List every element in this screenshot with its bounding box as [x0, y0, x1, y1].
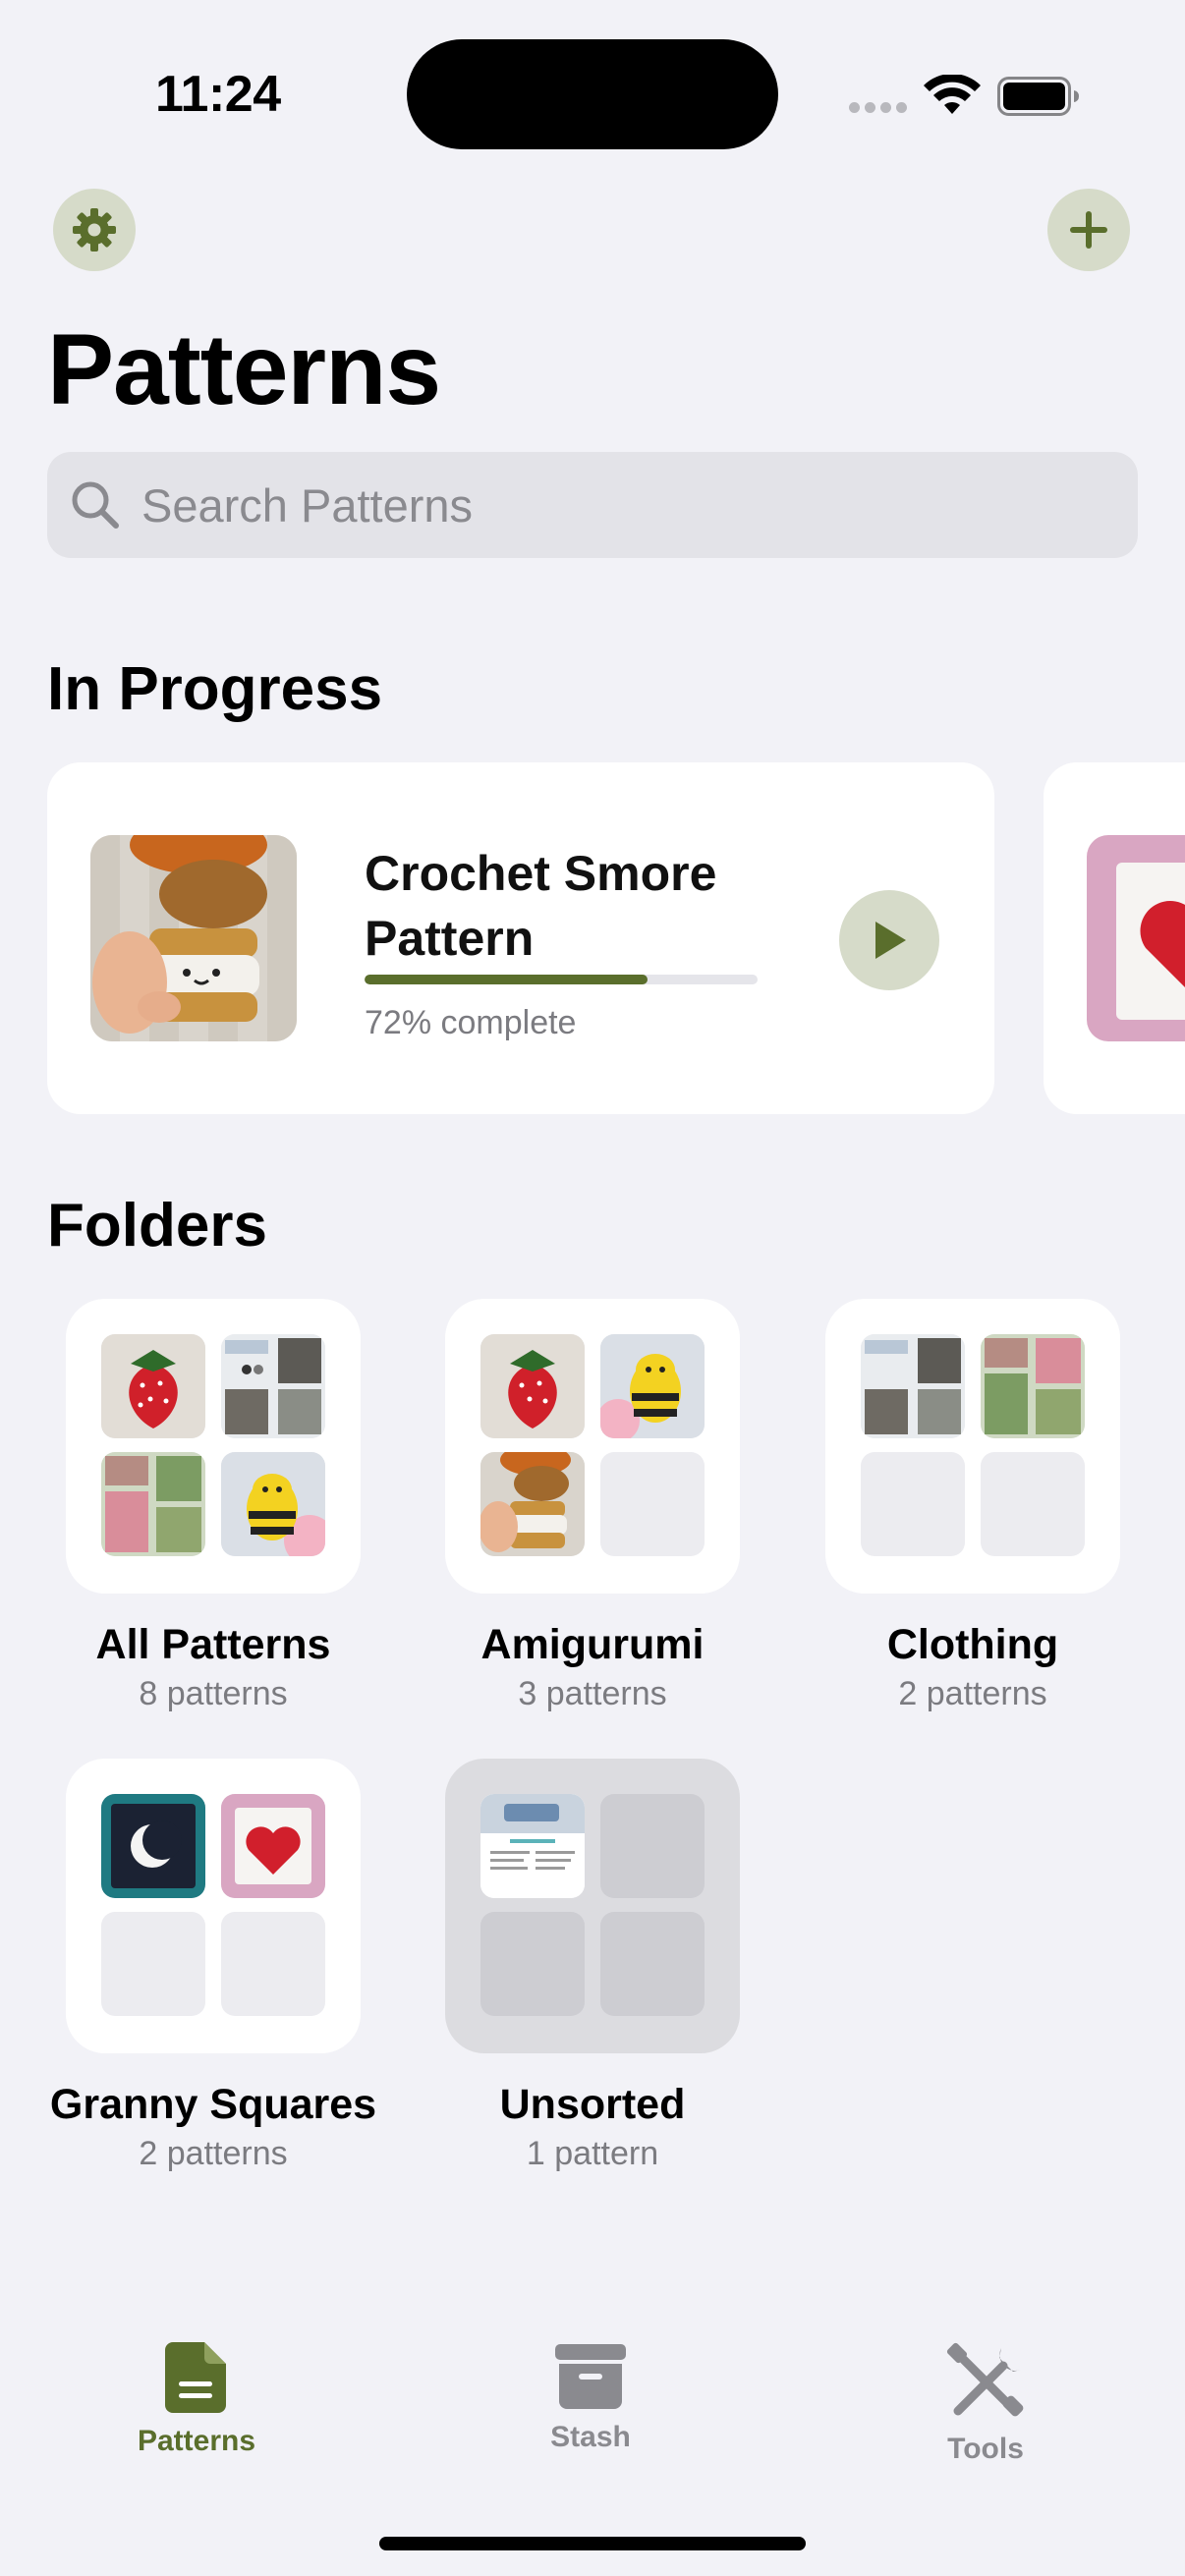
add-pattern-button[interactable] [1047, 189, 1130, 271]
folder-name: Granny Squares [49, 2081, 377, 2128]
tab-stash[interactable]: Stash [473, 2342, 708, 2454]
sweater-pattern-thumbnail [221, 1334, 325, 1438]
smore-pattern-thumbnail [90, 835, 297, 1041]
pattern-title: Crochet Smore Pattern [365, 846, 717, 966]
bee-thumbnail [600, 1334, 705, 1438]
folder-count: 2 patterns [139, 2135, 288, 2172]
in-progress-card-next[interactable] [1044, 762, 1185, 1114]
folder-tile [445, 1299, 740, 1594]
empty-slot [861, 1452, 965, 1556]
settings-button[interactable] [53, 189, 136, 271]
heart-square-thumbnail [1087, 835, 1185, 1041]
tab-tools[interactable]: Tools [868, 2342, 1103, 2466]
tools-icon [946, 2342, 1024, 2417]
folder-name: Clothing [886, 1621, 1059, 1668]
cardigan-pattern-thumbnail [981, 1334, 1085, 1438]
folder-amigurumi[interactable]: Amigurumi 3 patterns [445, 1299, 740, 1713]
folder-tile [66, 1759, 361, 2053]
tab-patterns[interactable]: Patterns [79, 2342, 314, 2458]
cellular-signal-icon [849, 102, 907, 113]
folder-count: 3 patterns [518, 1675, 667, 1712]
empty-slot [221, 1912, 325, 2016]
battery-icon [997, 77, 1079, 116]
sweater-pattern-thumbnail [861, 1334, 965, 1438]
strawberry-thumbnail [101, 1334, 205, 1438]
folder-tile [445, 1759, 740, 2053]
tab-label: Patterns [137, 2425, 256, 2457]
play-icon [875, 922, 906, 959]
archive-box-icon [555, 2344, 626, 2409]
folder-unsorted[interactable]: Unsorted 1 pattern [445, 1759, 740, 2173]
in-progress-heading: In Progress [47, 655, 383, 723]
document-icon [165, 2342, 226, 2413]
folder-name: Unsorted [499, 2081, 686, 2128]
empty-slot [981, 1452, 1085, 1556]
folders-heading: Folders [47, 1192, 267, 1260]
cardigan-pattern-thumbnail [101, 1452, 205, 1556]
empty-slot [101, 1912, 205, 2016]
search-bar[interactable] [47, 452, 1138, 558]
tab-label: Tools [947, 2433, 1024, 2465]
page-title: Patterns [47, 313, 441, 425]
gear-icon [73, 208, 116, 252]
folder-name: All Patterns [95, 1621, 331, 1668]
search-input[interactable] [141, 477, 1026, 532]
empty-slot [600, 1912, 705, 2016]
empty-slot [600, 1452, 705, 1556]
folder-clothing[interactable]: Clothing 2 patterns [825, 1299, 1120, 1713]
status-time: 11:24 [155, 66, 281, 123]
folder-name: Amigurumi [480, 1621, 705, 1668]
folder-tile [66, 1299, 361, 1594]
progress-label: 72% complete [365, 1004, 577, 1041]
folder-count: 1 pattern [526, 2135, 659, 2172]
folder-granny-squares[interactable]: Granny Squares 2 patterns [50, 1759, 376, 2173]
folder-tile [825, 1299, 1120, 1594]
progress-bar-fill [365, 975, 648, 984]
folder-all-patterns[interactable]: All Patterns 8 patterns [66, 1299, 361, 1713]
home-indicator [379, 2537, 806, 2550]
tab-label: Stash [550, 2421, 631, 2453]
bee-thumbnail [221, 1452, 325, 1556]
search-icon [72, 481, 119, 529]
empty-slot [480, 1912, 585, 2016]
moon-square-thumbnail [101, 1794, 205, 1898]
folder-count: 8 patterns [139, 1675, 288, 1712]
smore-thumbnail [480, 1452, 585, 1556]
plus-icon [1070, 211, 1107, 249]
dynamic-island [407, 39, 778, 149]
resume-play-button[interactable] [839, 890, 939, 990]
strawberry-thumbnail [480, 1334, 585, 1438]
in-progress-card[interactable]: Crochet Smore Pattern 72% complete [47, 762, 994, 1114]
document-pattern-thumbnail [480, 1794, 585, 1898]
folder-count: 2 patterns [898, 1675, 1047, 1712]
progress-bar [365, 975, 758, 984]
empty-slot [600, 1794, 705, 1898]
heart-square-thumbnail [221, 1794, 325, 1898]
wifi-icon [924, 75, 981, 114]
